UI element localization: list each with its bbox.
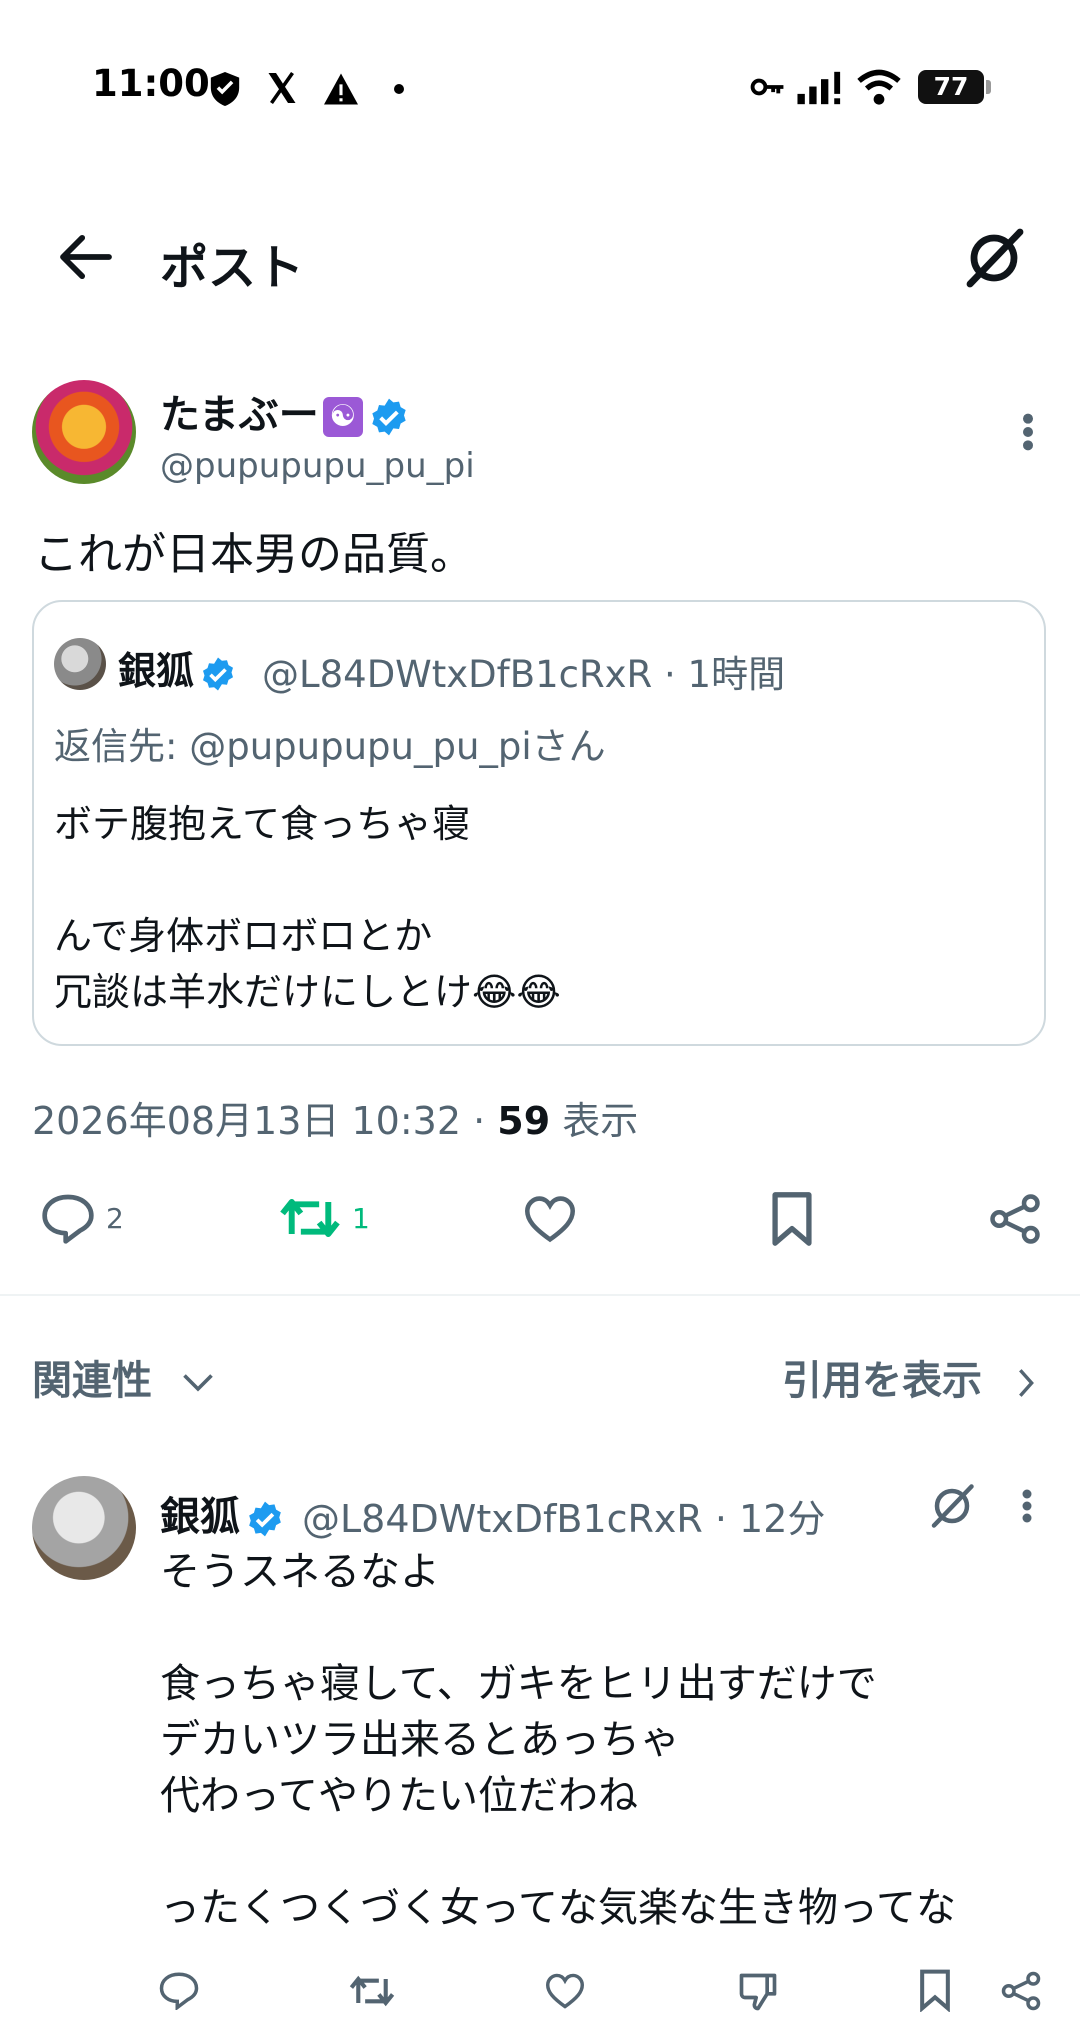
like-icon[interactable] — [544, 1972, 586, 2010]
repost-icon[interactable] — [348, 1972, 396, 2010]
repost-button[interactable]: 1 — [278, 1192, 370, 1244]
back-arrow-icon[interactable] — [58, 234, 114, 280]
chevron-right-icon — [1019, 1369, 1034, 1397]
page-title: ポスト — [160, 240, 305, 296]
downvote-icon[interactable] — [736, 1970, 780, 2014]
more-options-icon[interactable] — [1016, 412, 1040, 452]
view-count: 59 — [497, 1099, 551, 1143]
reply-display-name: 銀狐 — [160, 1494, 240, 1540]
repost-count: 1 — [352, 1201, 370, 1235]
author-display-name: たまぶー — [160, 392, 319, 438]
divider — [0, 1294, 1080, 1296]
bookmark-icon[interactable] — [770, 1190, 814, 1248]
quoted-author-avatar — [54, 638, 106, 690]
x-logo-icon — [268, 71, 296, 105]
verified-badge-icon — [372, 398, 406, 436]
warning-icon — [324, 73, 358, 105]
author-name[interactable]: たまぶー ☯ — [160, 382, 409, 440]
bookmark-icon[interactable] — [918, 1968, 952, 2012]
sort-label: 関連性 — [32, 1358, 152, 1404]
quoted-handle-time: @L84DWtxDfB1cRxR · 1時間 — [262, 653, 786, 696]
verified-badge-icon — [203, 657, 234, 690]
status-time: 11:00 — [92, 62, 210, 105]
key-icon — [750, 78, 784, 96]
post-timestamp: 2026年08月13日 10:32 — [32, 1099, 462, 1143]
quoted-post-text: ボテ腹抱えて食っちゃ寝 んで身体ボロボロとか 冗談は羊水だけにしとけ😂😂 — [54, 802, 561, 1014]
reply-button[interactable]: 2 — [40, 1192, 124, 1244]
repost-icon — [280, 1199, 340, 1237]
sort-dropdown[interactable]: 関連性 — [32, 1348, 216, 1406]
view-quotes-link[interactable]: 引用を表示 — [782, 1348, 1038, 1406]
battery-indicator: 77 — [918, 70, 984, 104]
like-icon[interactable] — [522, 1194, 578, 1244]
author-avatar[interactable] — [32, 380, 136, 484]
reply-icon[interactable] — [158, 1970, 200, 2010]
reply-author-name[interactable]: 銀狐 — [160, 1484, 284, 1542]
author-handle[interactable]: @pupupupu_pu_pi — [160, 446, 475, 486]
reply-text: そうスネるなよ 食っちゃ寝して、ガキをヒリ出すだけで デカいツラ出来るとあっちゃ… — [160, 1549, 956, 1931]
wifi-icon — [857, 69, 901, 105]
battery-tip — [986, 80, 991, 94]
share-icon[interactable] — [988, 1192, 1042, 1246]
shield-icon — [210, 72, 240, 106]
post-text: これが日本男の品質。 — [34, 529, 474, 580]
quoted-author-name: 銀狐 — [118, 640, 236, 695]
quoted-display-name: 銀狐 — [118, 649, 195, 693]
reply-handle-time[interactable]: @L84DWtxDfB1cRxR · 12分 — [302, 1488, 825, 1543]
reply-icon — [42, 1194, 94, 1244]
post-meta: 2026年08月13日 10:32 · 59 表示 — [32, 1099, 639, 1143]
views-label: 表示 — [562, 1099, 639, 1143]
grok-icon[interactable] — [962, 226, 1026, 290]
verified-badge-icon — [249, 1501, 281, 1537]
reply-author-avatar[interactable] — [32, 1476, 136, 1580]
view-quotes-label: 引用を表示 — [782, 1358, 982, 1404]
yin-yang-emoji: ☯ — [322, 397, 363, 437]
grok-icon[interactable] — [928, 1482, 976, 1530]
chevron-down-icon — [183, 1374, 213, 1392]
more-options-icon[interactable] — [1016, 1488, 1038, 1524]
reply-count: 2 — [106, 1201, 124, 1235]
share-icon[interactable] — [1000, 1970, 1042, 2012]
signal-icon — [797, 71, 841, 105]
quoted-reply-to: 返信先: @pupupupu_pu_piさん — [54, 725, 606, 768]
notification-dot-icon — [394, 84, 404, 94]
